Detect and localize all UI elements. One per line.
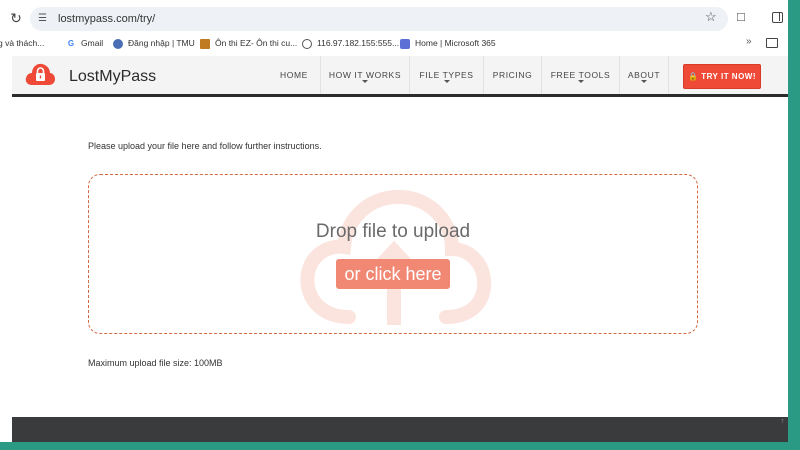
nav-how-it-works[interactable]: HOW IT WORKS: [320, 56, 409, 94]
chevron-down-icon: [443, 80, 450, 83]
nav-file-types[interactable]: FILE TYPES: [409, 56, 483, 94]
omnibox[interactable]: ☰ lostmypass.com/try/: [30, 7, 728, 31]
chevron-down-icon: [577, 80, 584, 83]
address-bar-row: ↻ ☰ lostmypass.com/try/ ☆ □: [0, 0, 788, 34]
tmu-icon: [113, 38, 123, 49]
site-info-icon[interactable]: ☰: [38, 13, 50, 25]
cloud-upload-icon: [300, 189, 492, 325]
nav-pricing[interactable]: PRICING: [483, 56, 541, 94]
site-footer: T: [12, 417, 788, 442]
max-upload-size: Maximum upload file size: 100MB: [88, 358, 223, 368]
lock-icon: 🔒: [687, 72, 699, 81]
chevron-down-icon: [641, 80, 647, 83]
extensions-icon[interactable]: □: [737, 10, 745, 24]
bookmark-label: 116.97.182.155:555...: [317, 38, 400, 48]
google-icon: G: [67, 38, 75, 48]
drop-file-text: Drop file to upload: [315, 221, 471, 242]
main-content: Please upload your file here and follow …: [12, 99, 788, 417]
nav-label: PRICING: [492, 70, 533, 80]
bookmark-label: Gmail: [81, 38, 104, 48]
logo-cloud-icon[interactable]: [24, 61, 56, 87]
bookmark-item[interactable]: Home | Microsoft 365: [400, 38, 496, 49]
url-text[interactable]: lostmypass.com/try/: [58, 12, 155, 26]
nav-label: FILE TYPES: [419, 70, 474, 80]
bookmark-label: Home | Microsoft 365: [415, 38, 496, 48]
bookmarks-bar: g và thách... G Gmail Đăng nhập | TMU Ôn…: [0, 34, 788, 54]
bookmark-item[interactable]: Đăng nhập | TMU: [113, 38, 195, 49]
folder-icon[interactable]: [766, 38, 778, 48]
click-here-button[interactable]: or click here: [336, 259, 450, 289]
nav-home[interactable]: HOME: [268, 56, 320, 94]
nav-label: HOME: [280, 70, 308, 80]
ez-icon: [200, 38, 210, 49]
nav-about[interactable]: ABOUT: [619, 56, 669, 94]
nav-label: HOW IT WORKS: [328, 70, 402, 80]
reload-icon[interactable]: ↻: [8, 10, 24, 26]
bookmark-item[interactable]: g và thách...: [0, 38, 44, 49]
bookmarks-overflow-icon[interactable]: »: [746, 36, 752, 47]
nav-free-tools[interactable]: FREE TOOLS: [541, 56, 619, 94]
globe-icon: [302, 38, 312, 49]
site-header: LostMyPass HOME HOW IT WORKS FILE TYPES …: [12, 56, 788, 97]
nav-label: ABOUT: [627, 70, 661, 80]
file-dropzone[interactable]: Drop file to upload or click here: [88, 174, 698, 334]
try-button-label: TRY IT NOW!: [701, 72, 757, 81]
logo-text[interactable]: LostMyPass: [69, 68, 156, 86]
browser-window: ↻ ☰ lostmypass.com/try/ ☆ □ g và thách..…: [0, 0, 788, 442]
try-it-now-button[interactable]: 🔒 TRY IT NOW!: [683, 64, 761, 89]
bookmark-label: g và thách...: [0, 38, 45, 48]
side-panel-icon[interactable]: [772, 12, 783, 23]
bookmark-star-icon[interactable]: ☆: [705, 10, 717, 24]
bookmark-item[interactable]: Ôn thi EZ- Ôn thi cu...: [200, 38, 297, 49]
bookmark-item[interactable]: 116.97.182.155:555...: [302, 38, 399, 49]
nav-label: FREE TOOLS: [550, 70, 611, 80]
chevron-down-icon: [362, 80, 368, 83]
bookmark-label: Đăng nhập | TMU: [128, 38, 195, 48]
footer-mark: T: [780, 419, 784, 425]
bookmark-label: Ôn thi EZ- Ôn thi cu...: [215, 38, 298, 48]
microsoft-icon: [400, 38, 410, 49]
upload-instructions: Please upload your file here and follow …: [88, 141, 322, 151]
bookmark-item[interactable]: G Gmail: [66, 38, 103, 49]
